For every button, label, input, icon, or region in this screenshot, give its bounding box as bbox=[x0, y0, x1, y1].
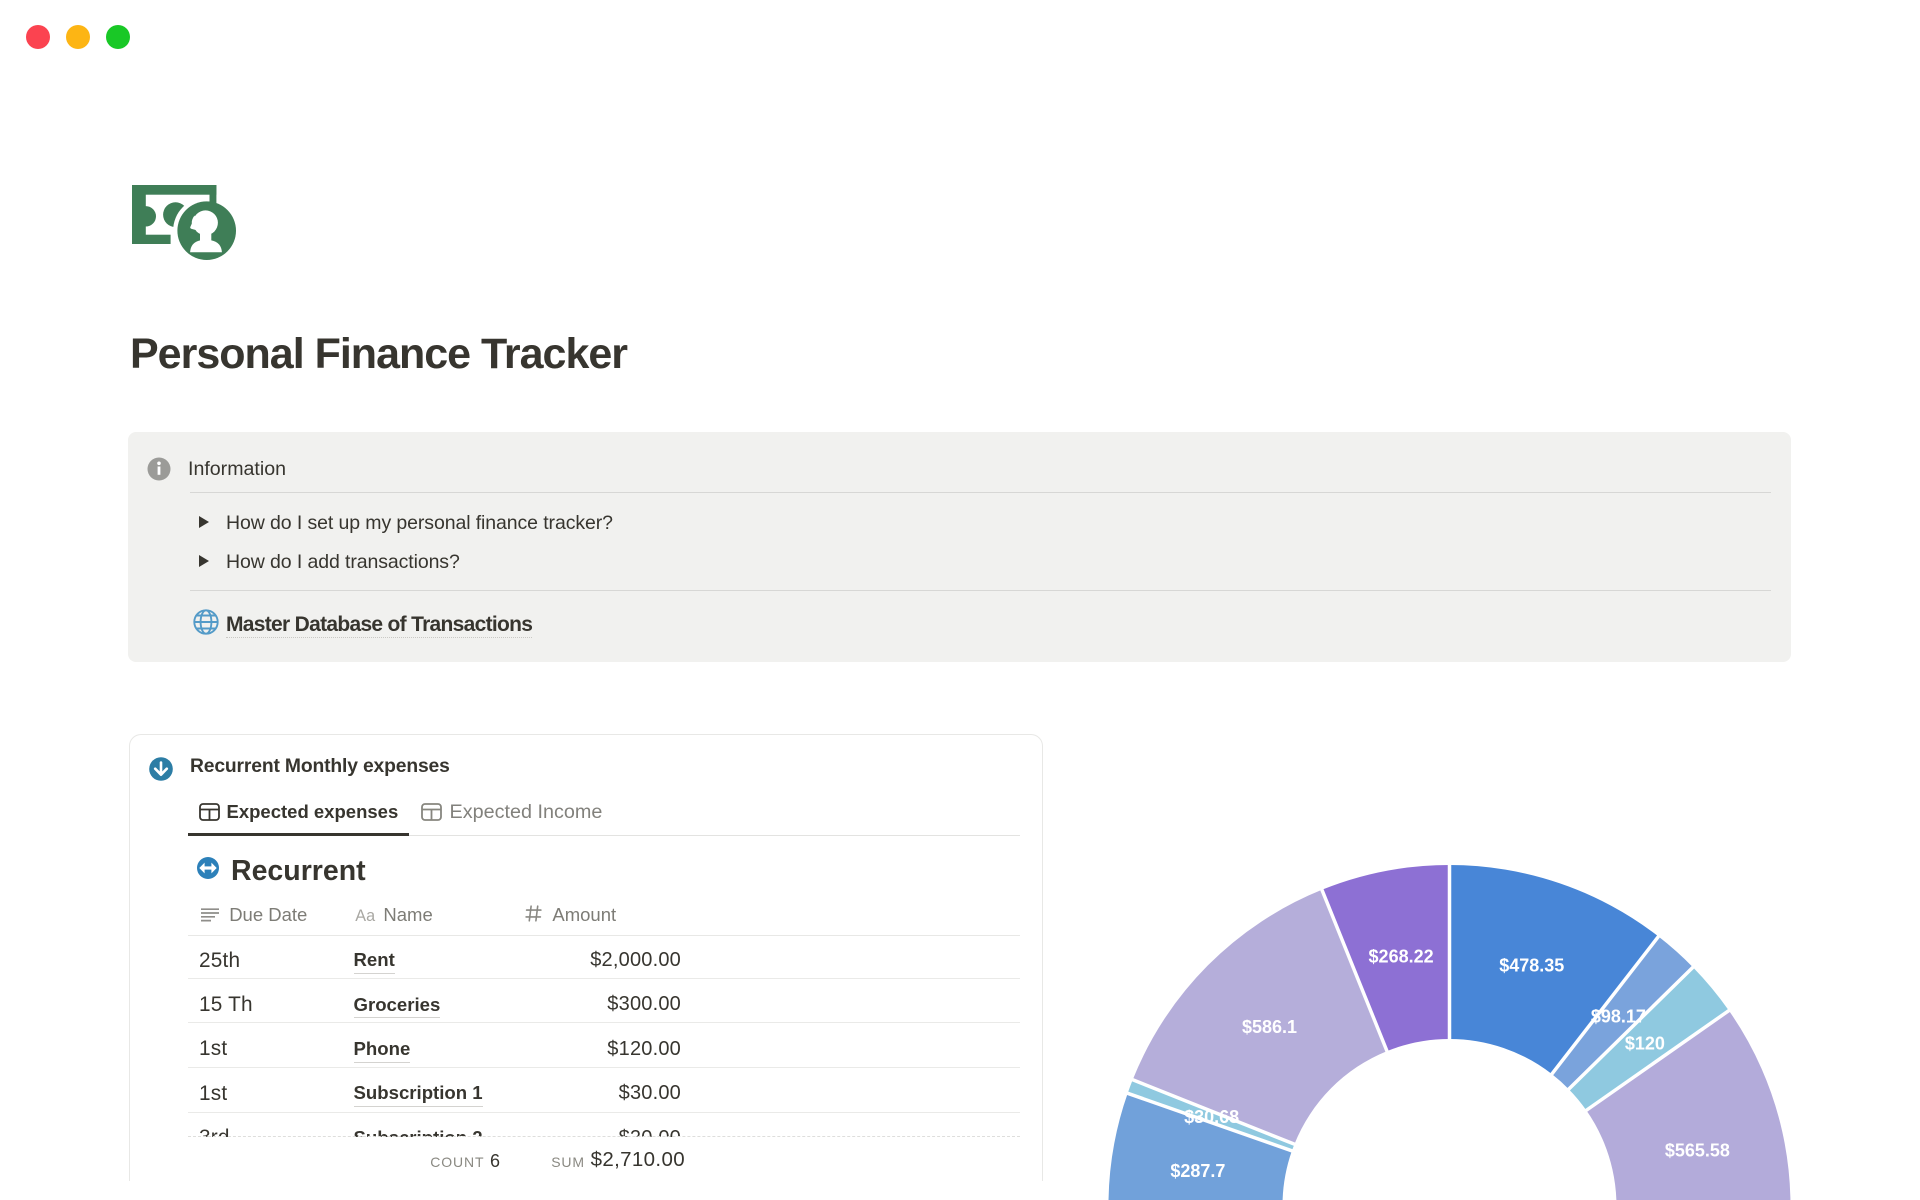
svg-text:$478.35: $478.35 bbox=[1499, 956, 1564, 976]
svg-text:$586.1: $586.1 bbox=[1242, 1017, 1297, 1037]
svg-text:$98.17: $98.17 bbox=[1591, 1006, 1646, 1026]
svg-text:$565.58: $565.58 bbox=[1665, 1141, 1730, 1161]
svg-text:$120: $120 bbox=[1625, 1034, 1665, 1054]
svg-text:$268.22: $268.22 bbox=[1369, 947, 1434, 967]
svg-text:$287.7: $287.7 bbox=[1170, 1161, 1225, 1181]
svg-text:$30.68: $30.68 bbox=[1184, 1107, 1239, 1127]
